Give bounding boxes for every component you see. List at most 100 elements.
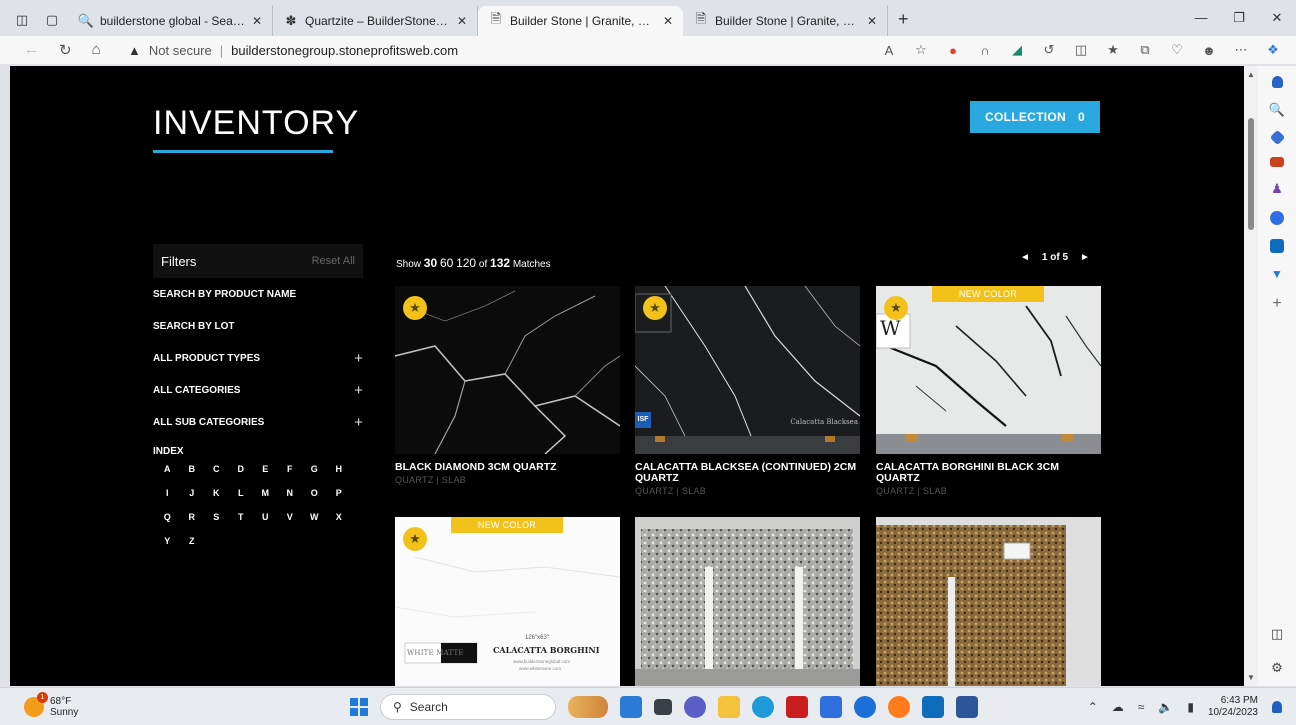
new-tab-button[interactable]: + — [888, 9, 919, 36]
index-letter-a[interactable]: A — [155, 464, 180, 474]
index-letter-m[interactable]: M — [253, 488, 278, 498]
drop-icon[interactable]: ▼ — [1271, 267, 1283, 281]
filter-sub-categories[interactable]: ALL SUB CATEGORIES + — [153, 412, 363, 432]
product-image[interactable]: ★ ISF Calacatta Blacksea — [635, 286, 860, 454]
chevron-up-icon[interactable]: ⌃ — [1088, 700, 1098, 714]
reset-all-link[interactable]: Reset All — [312, 255, 355, 267]
index-letter-j[interactable]: J — [180, 488, 205, 498]
task-view-icon[interactable] — [654, 698, 672, 715]
settings-icon[interactable]: ⚙ — [1271, 660, 1283, 676]
tab-search[interactable]: 🔍 builderstone global - Search ✕ — [68, 6, 273, 36]
people-app-icon[interactable] — [568, 695, 608, 718]
toolbox-icon[interactable] — [1270, 157, 1284, 167]
product-name[interactable]: CALACATTA BLACKSEA (CONTINUED) 2CM QUART… — [635, 462, 860, 484]
collection-button[interactable]: COLLECTION 0 — [970, 101, 1100, 133]
url-text[interactable]: builderstonegroup.stoneprofitsweb.com — [231, 43, 458, 58]
index-letter-u[interactable]: U — [253, 512, 278, 522]
index-letter-x[interactable]: X — [327, 512, 352, 522]
index-letter-k[interactable]: K — [204, 488, 229, 498]
product-image[interactable] — [635, 517, 860, 686]
index-letter-o[interactable]: O — [302, 488, 327, 498]
word-icon[interactable] — [956, 695, 978, 718]
index-letter-v[interactable]: V — [278, 512, 303, 522]
people-icon[interactable]: ♟ — [1271, 181, 1283, 197]
page-size-120[interactable]: 120 — [456, 256, 476, 270]
refresh-icon[interactable]: ↻ — [59, 41, 72, 59]
favorite-star-icon[interactable]: ★ — [643, 296, 667, 320]
security-label[interactable]: Not secure — [149, 43, 212, 58]
shopping-tag-icon[interactable] — [1269, 129, 1285, 146]
page-size-30[interactable]: 30 — [424, 256, 437, 270]
close-tab-icon[interactable]: ✕ — [252, 14, 262, 28]
scroll-thumb[interactable] — [1248, 118, 1254, 230]
index-letter-y[interactable]: Y — [155, 536, 180, 546]
collections-icon[interactable]: ⧉ — [1138, 42, 1152, 58]
search-sidebar-icon[interactable]: 🔍 — [1269, 102, 1285, 118]
wifi-icon[interactable]: ≈ — [1138, 700, 1145, 714]
refresh-ext-icon[interactable]: ↺ — [1042, 42, 1056, 58]
index-letter-n[interactable]: N — [278, 488, 303, 498]
workspaces-icon[interactable]: ◫ — [14, 12, 30, 28]
help-icon[interactable] — [854, 695, 876, 718]
index-letter-w[interactable]: W — [302, 512, 327, 522]
notification-icon[interactable] — [1271, 76, 1283, 88]
product-name[interactable]: CALACATTA BORGHINI BLACK 3CM QUARTZ — [876, 462, 1101, 484]
expand-icon[interactable]: + — [354, 414, 363, 431]
scroll-down-icon[interactable]: ▼ — [1247, 673, 1255, 682]
sidebar-layout-icon[interactable]: ◫ — [1271, 626, 1283, 642]
cloud-icon[interactable]: ∩ — [978, 43, 992, 58]
back-icon[interactable]: ← — [24, 41, 39, 59]
index-letter-g[interactable]: G — [302, 464, 327, 474]
store-icon[interactable] — [820, 695, 842, 718]
tab-builderstone-2[interactable]: 🗎 Builder Stone | Granite, Marble, C ✕ — [683, 6, 888, 36]
warning-icon[interactable]: ▲ — [128, 43, 141, 58]
edge-icon[interactable] — [752, 695, 774, 718]
photos-app-icon[interactable] — [620, 695, 642, 718]
product-name[interactable]: BLACK DIAMOND 3CM QUARTZ — [395, 462, 620, 473]
product-image[interactable]: NEW COLOR ★ W — [876, 286, 1101, 454]
page-scrollbar[interactable]: ▲ ▼ — [1244, 66, 1258, 686]
onedrive-icon[interactable]: ☁ — [1112, 700, 1124, 714]
taskbar-search[interactable]: ⚲ Search — [380, 693, 556, 720]
favorite-star-icon[interactable]: ★ — [403, 296, 427, 320]
expand-icon[interactable]: + — [354, 350, 363, 367]
home-icon[interactable]: ⌂ — [92, 41, 101, 59]
clock[interactable]: 6:43 PM 10/24/2023 — [1208, 695, 1258, 719]
product-card[interactable]: ★ ISF Calacatta Blacksea CALACATTA BLACK… — [635, 286, 860, 496]
product-image[interactable] — [876, 517, 1101, 686]
add-sidebar-icon[interactable]: + — [1272, 295, 1281, 313]
app-icon[interactable]: ◢ — [1010, 42, 1024, 58]
profile-icon[interactable]: ☻ — [1202, 43, 1216, 58]
favorite-icon[interactable]: ☆ — [914, 42, 928, 58]
outlook-taskbar-icon[interactable] — [922, 695, 944, 718]
index-letter-d[interactable]: D — [229, 464, 254, 474]
product-card[interactable] — [876, 517, 1101, 686]
page-size-60[interactable]: 60 — [440, 256, 453, 270]
expand-icon[interactable]: + — [354, 382, 363, 399]
index-letter-c[interactable]: C — [204, 464, 229, 474]
minimize-icon[interactable]: — — [1182, 10, 1220, 36]
index-letter-r[interactable]: R — [180, 512, 205, 522]
filter-categories[interactable]: ALL CATEGORIES + — [153, 380, 363, 400]
filter-search-product-name[interactable]: SEARCH BY PRODUCT NAME — [153, 284, 363, 304]
index-letter-h[interactable]: H — [327, 464, 352, 474]
close-window-icon[interactable]: ✕ — [1258, 10, 1296, 36]
opera-icon[interactable]: ● — [946, 43, 960, 58]
index-letter-s[interactable]: S — [204, 512, 229, 522]
more-icon[interactable]: ⋯ — [1234, 42, 1248, 58]
read-aloud-icon[interactable]: A — [882, 43, 896, 58]
index-letter-z[interactable]: Z — [180, 536, 205, 546]
index-letter-t[interactable]: T — [229, 512, 254, 522]
filter-search-lot[interactable]: SEARCH BY LOT — [153, 316, 363, 336]
firefox-icon[interactable] — [888, 695, 910, 718]
tab-actions-icon[interactable]: ▢ — [44, 12, 60, 28]
notification-bell-icon[interactable] — [1272, 700, 1282, 713]
product-image[interactable]: ★ — [395, 286, 620, 454]
prev-page-button[interactable]: ◄ — [1020, 252, 1030, 263]
favorite-star-icon[interactable]: ★ — [403, 527, 427, 551]
index-letter-l[interactable]: L — [229, 488, 254, 498]
index-letter-f[interactable]: F — [278, 464, 303, 474]
mcafee-icon[interactable] — [786, 695, 808, 718]
scroll-up-icon[interactable]: ▲ — [1247, 70, 1255, 79]
restore-icon[interactable]: ❐ — [1220, 10, 1258, 36]
